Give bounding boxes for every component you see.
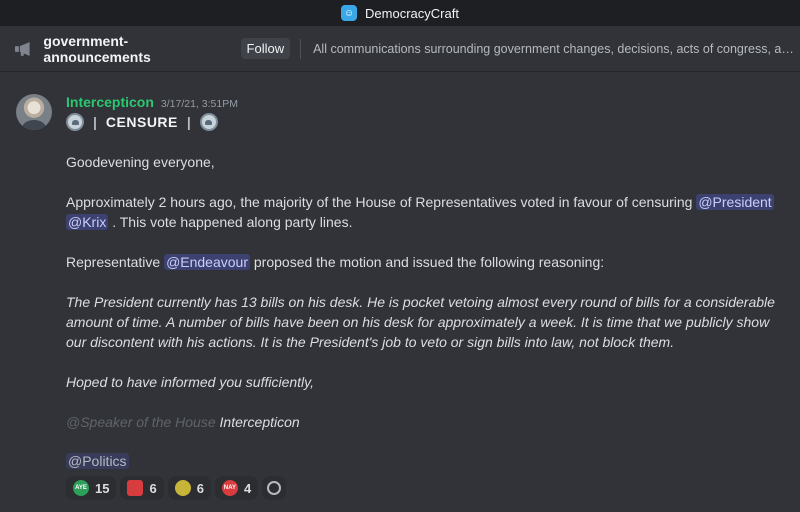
channel-header: government-announcements Follow All comm… xyxy=(0,26,800,72)
nay-icon: NAY xyxy=(221,480,238,496)
message-quote: The President currently has 13 bills on … xyxy=(66,294,775,350)
app-title: DemocracyCraft xyxy=(365,5,459,21)
app-logo-icon: ☺ xyxy=(341,5,358,21)
message-paragraph-1: Approximately 2 hours ago, the majority … xyxy=(66,192,786,232)
signature-name: Intercepticon xyxy=(219,414,300,430)
title-pipe: | xyxy=(186,114,191,130)
mention-endeavour[interactable]: @Endeavour xyxy=(164,254,250,270)
aye-icon: AYE xyxy=(73,480,89,496)
message-paragraph-2: Representative @Endeavour proposed the m… xyxy=(66,252,786,272)
reactions-bar: AYE 15 6 6 NAY 4 xyxy=(66,476,287,500)
paragraph-text: . This vote happened along party lines. xyxy=(108,214,353,230)
mention-politics[interactable]: @Politics xyxy=(66,453,129,469)
announcement-megaphone-icon xyxy=(14,41,30,56)
header-divider xyxy=(300,38,302,59)
reaction-angry[interactable]: 6 xyxy=(120,476,164,500)
congress-emoji-icon xyxy=(66,113,84,131)
mention-krix[interactable]: @Krix xyxy=(66,214,109,230)
add-reaction-button[interactable] xyxy=(262,476,287,500)
paragraph-text: Representative xyxy=(66,254,165,270)
message-closing: Hoped to have informed you sufficiently, xyxy=(66,374,314,390)
message-header: Intercepticon 3/17/21, 3:51PM xyxy=(66,94,238,110)
message-role-mention: @Politics xyxy=(66,451,786,471)
signature-role: @Speaker of the House xyxy=(66,414,216,430)
reaction-thinking[interactable]: 6 xyxy=(167,476,211,500)
reaction-count: 15 xyxy=(95,480,110,496)
congress-emoji-icon xyxy=(199,113,218,131)
reaction-count: 4 xyxy=(243,480,252,496)
channel-topic[interactable]: All communications surrounding governmen… xyxy=(313,42,800,56)
message-signature: @Speaker of the House Intercepticon xyxy=(66,412,786,432)
reaction-nay[interactable]: NAY 4 xyxy=(214,476,259,500)
message-greeting: Goodevening everyone, xyxy=(66,154,215,170)
reaction-aye[interactable]: AYE 15 xyxy=(66,476,117,500)
window-titlebar: ☺ DemocracyCraft xyxy=(0,0,800,26)
paragraph-text: Approximately 2 hours ago, the majority … xyxy=(66,194,697,210)
title-pipe: | xyxy=(93,114,97,130)
reaction-count: 6 xyxy=(149,480,157,496)
angry-face-icon xyxy=(127,480,144,496)
message-title-line: | CENSURE | xyxy=(66,113,218,131)
thinking-face-icon xyxy=(174,480,191,496)
author-avatar[interactable] xyxy=(16,94,52,130)
channel-name: government-announcements xyxy=(43,32,151,65)
follow-button[interactable]: Follow xyxy=(240,38,291,59)
paragraph-text: proposed the motion and issued the follo… xyxy=(250,254,605,270)
message-title: CENSURE xyxy=(105,114,178,130)
reaction-count: 6 xyxy=(196,480,204,496)
mention-president[interactable]: @President xyxy=(696,194,774,210)
message-timestamp: 3/17/21, 3:51PM xyxy=(160,98,238,110)
author-name[interactable]: Intercepticon xyxy=(66,94,154,110)
smiley-icon xyxy=(267,481,282,495)
